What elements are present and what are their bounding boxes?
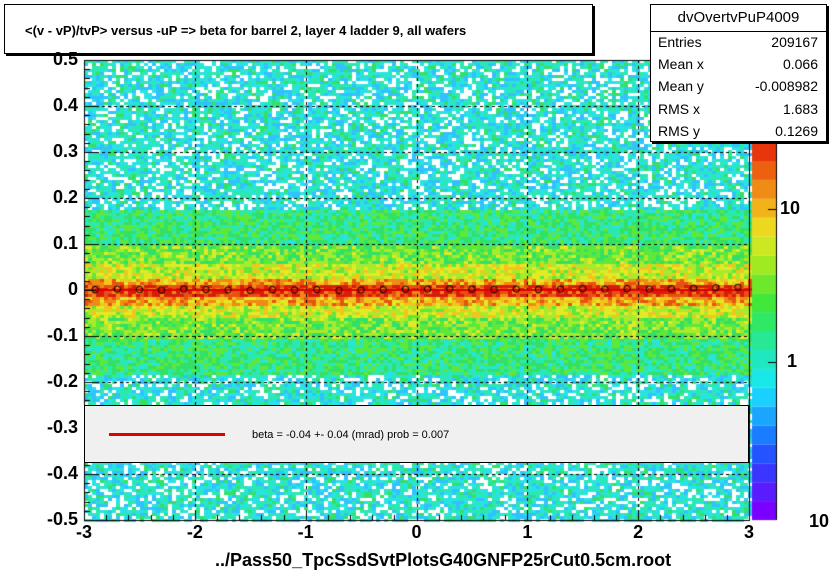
stats-key: Mean y: [658, 78, 704, 94]
z-tick-label: 10: [780, 198, 801, 218]
stats-name: dvOvertvPuP4009: [651, 5, 826, 32]
y-tick-label: 0.2: [52, 187, 78, 207]
x-tick-label: -2: [186, 522, 203, 542]
stats-key: RMS y: [658, 123, 700, 139]
stats-key: Entries: [658, 34, 702, 50]
stats-box: dvOvertvPuP4009 Entries 209167 Mean x 0.…: [650, 4, 827, 142]
y-tick-label: -0.3: [46, 417, 78, 437]
x-axis-label: ../Pass50_TpcSsdSvtPlotsG40GNFP25rCut0.5…: [215, 550, 672, 570]
chart-title: <(v - vP)/tvP> versus -uP => beta for ba…: [25, 23, 467, 38]
z-tick-label: 10: [809, 511, 830, 531]
y-tick-label: -0.5: [46, 509, 78, 529]
stats-row-rms-x: RMS x 1.683: [651, 99, 826, 121]
stats-value: 209167: [771, 34, 818, 50]
stats-key: RMS x: [658, 101, 700, 117]
y-tick-label: 0: [67, 279, 78, 299]
stats-value: 1.683: [782, 101, 818, 117]
y-tick-label: -0.1: [46, 325, 78, 345]
stats-value: 0.066: [782, 56, 818, 72]
title-box: <(v - vP)/tvP> versus -uP => beta for ba…: [4, 4, 593, 54]
x-tick-label: 2: [633, 522, 644, 542]
x-tick-label: 1: [522, 522, 533, 542]
z-tick-label: 1: [787, 351, 798, 371]
x-tick-label: 3: [743, 522, 755, 542]
stats-key: Mean x: [658, 56, 704, 72]
fit-legend: beta = -0.04 +- 0.04 (mrad) prob = 0.007: [84, 405, 749, 463]
y-tick-label: 0.3: [52, 141, 78, 161]
fit-legend-line: [109, 433, 225, 436]
y-tick-label: -0.2: [46, 371, 78, 391]
stats-row-mean-y: Mean y -0.008982: [651, 76, 826, 98]
y-tick-label: -0.4: [46, 463, 78, 483]
stats-row-entries: Entries 209167: [651, 32, 826, 54]
y-tick-label: 0.4: [52, 95, 78, 115]
stats-row-mean-x: Mean x 0.066: [651, 54, 826, 76]
x-tick-label: -1: [297, 522, 314, 542]
y-tick-label: 0.1: [52, 233, 78, 253]
fit-legend-text: beta = -0.04 +- 0.04 (mrad) prob = 0.007: [252, 429, 450, 441]
x-tick-label: -3: [75, 522, 93, 542]
x-tick-label: 0: [411, 522, 422, 542]
stats-row-rms-y: RMS y 0.1269: [651, 121, 826, 143]
stats-value: -0.008982: [754, 78, 818, 94]
stats-value: 0.1269: [775, 123, 818, 139]
y-tick-label: 0.5: [52, 49, 78, 69]
